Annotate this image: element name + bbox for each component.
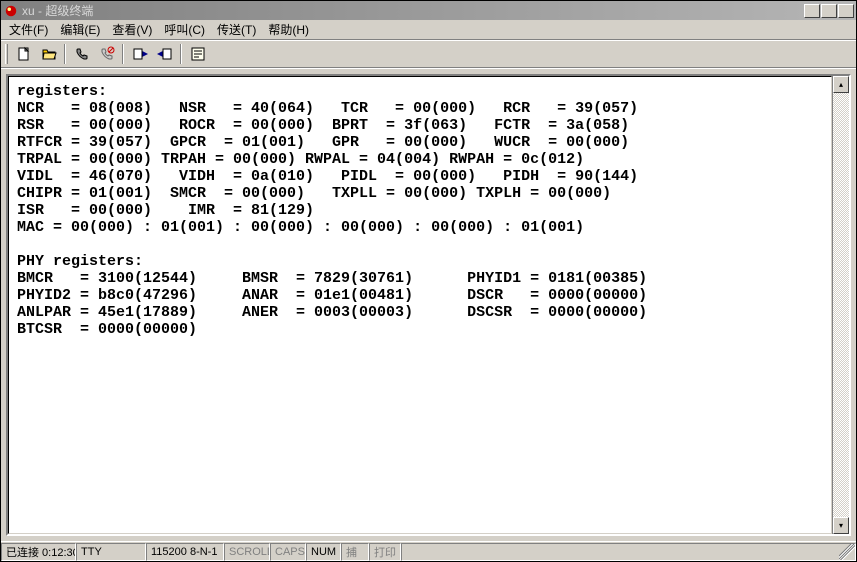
send-file-icon	[132, 46, 148, 62]
toolbar-handle[interactable]	[5, 44, 8, 64]
disconnect-button[interactable]	[95, 43, 118, 65]
scroll-up-button[interactable]: ▴	[833, 76, 849, 93]
menu-call[interactable]: 呼叫(C)	[158, 19, 211, 40]
resize-grip[interactable]	[839, 544, 855, 560]
app-window: xu - 超级终端 _ □ ✕ 文件(F) 编辑(E) 查看(V) 呼叫(C) …	[0, 0, 857, 562]
open-button[interactable]	[37, 43, 60, 65]
title-text: xu - 超级终端	[22, 2, 803, 19]
status-caps: CAPS	[270, 543, 306, 561]
connect-button[interactable]	[70, 43, 93, 65]
toolbar	[1, 40, 856, 68]
scroll-down-button[interactable]: ▾	[833, 517, 849, 534]
status-line-settings: 115200 8-N-1	[146, 543, 224, 561]
content-area: registers: NCR = 08(008) NSR = 40(064) T…	[1, 68, 856, 541]
menu-file[interactable]: 文件(F)	[3, 19, 54, 40]
scroll-track[interactable]	[833, 93, 849, 517]
toolbar-separator	[122, 44, 124, 64]
status-capture: 捕	[341, 543, 369, 561]
properties-icon	[190, 46, 206, 62]
minimize-button[interactable]: _	[804, 4, 820, 18]
terminal-frame: registers: NCR = 08(008) NSR = 40(064) T…	[6, 74, 851, 536]
vertical-scrollbar[interactable]: ▴ ▾	[832, 76, 849, 534]
titlebar-buttons: _ □ ✕	[803, 4, 854, 18]
send-button[interactable]	[128, 43, 151, 65]
receive-button[interactable]	[153, 43, 176, 65]
receive-file-icon	[157, 46, 173, 62]
status-spacer	[401, 543, 856, 561]
close-button[interactable]: ✕	[838, 4, 854, 18]
open-folder-icon	[41, 46, 57, 62]
terminal-output[interactable]: registers: NCR = 08(008) NSR = 40(064) T…	[8, 76, 832, 534]
status-num: NUM	[306, 543, 341, 561]
properties-button[interactable]	[186, 43, 209, 65]
status-print: 打印	[369, 543, 401, 561]
status-connected: 已连接 0:12:30	[1, 543, 76, 561]
new-icon	[16, 46, 32, 62]
phone-hangup-icon	[99, 46, 115, 62]
menubar: 文件(F) 编辑(E) 查看(V) 呼叫(C) 传送(T) 帮助(H)	[1, 20, 856, 40]
toolbar-separator	[180, 44, 182, 64]
status-scroll: SCROLL	[224, 543, 270, 561]
toolbar-separator	[64, 44, 66, 64]
titlebar: xu - 超级终端 _ □ ✕	[1, 1, 856, 20]
phone-icon	[74, 46, 90, 62]
menu-edit[interactable]: 编辑(E)	[54, 19, 106, 40]
status-tty: TTY	[76, 543, 146, 561]
maximize-button[interactable]: □	[821, 4, 837, 18]
statusbar: 已连接 0:12:30 TTY 115200 8-N-1 SCROLL CAPS…	[1, 541, 856, 561]
menu-transfer[interactable]: 传送(T)	[211, 19, 262, 40]
app-icon	[3, 3, 19, 19]
menu-help[interactable]: 帮助(H)	[262, 19, 315, 40]
menu-view[interactable]: 查看(V)	[106, 19, 158, 40]
new-button[interactable]	[12, 43, 35, 65]
